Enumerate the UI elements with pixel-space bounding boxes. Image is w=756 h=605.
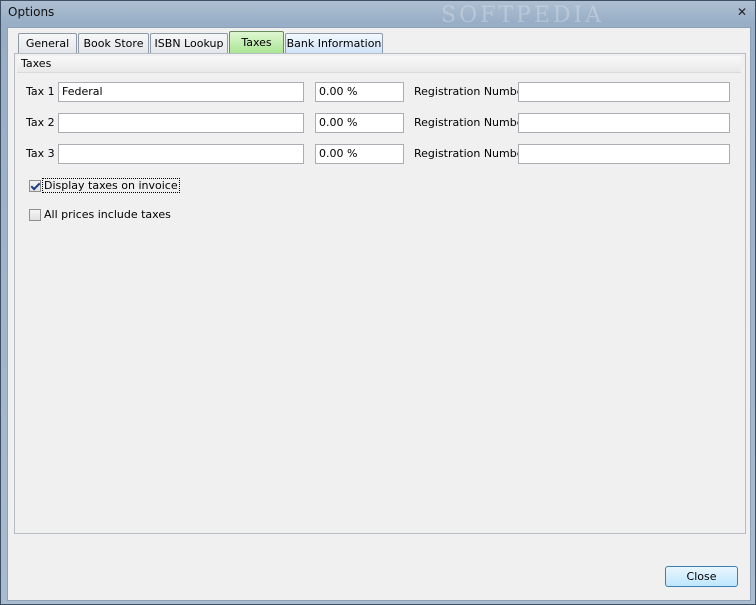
tab-isbn-lookup[interactable]: ISBN Lookup — [150, 33, 228, 53]
tax3-registration-field[interactable] — [518, 144, 730, 164]
tax1-label: Tax 1 — [26, 85, 55, 98]
dialog-body: General Book Store ISBN Lookup Taxes Ban… — [7, 27, 751, 601]
tax1-name-field[interactable]: Federal — [58, 82, 304, 102]
tax3-name-field[interactable] — [58, 144, 304, 164]
window-title: Options — [8, 5, 55, 19]
prices-include-taxes-option[interactable]: All prices include taxes — [29, 208, 172, 221]
tax1-rate-field[interactable]: 0.00 % — [315, 82, 404, 102]
tax2-registration-label: Registration Number — [414, 116, 529, 129]
tax2-registration-field[interactable] — [518, 113, 730, 133]
close-button[interactable]: Close — [665, 566, 738, 587]
taxes-group-header: Taxes — [17, 56, 741, 73]
prices-include-taxes-label[interactable]: All prices include taxes — [43, 208, 172, 221]
tax2-rate-field[interactable]: 0.00 % — [315, 113, 404, 133]
title-bar[interactable]: Options SOFTPEDIA ✕ — [1, 1, 755, 28]
display-taxes-checkbox[interactable] — [29, 179, 41, 192]
tab-taxes[interactable]: Taxes — [229, 31, 284, 54]
close-icon[interactable]: ✕ — [735, 5, 749, 19]
tax1-registration-field[interactable] — [518, 82, 730, 102]
group-title: Taxes — [21, 57, 52, 70]
tax2-name-field[interactable] — [58, 113, 304, 133]
display-taxes-option[interactable]: Display taxes on invoice — [29, 178, 180, 193]
tax3-rate-field[interactable]: 0.00 % — [315, 144, 404, 164]
tab-general[interactable]: General — [18, 33, 77, 53]
tax3-registration-label: Registration Number — [414, 147, 529, 160]
tax2-label: Tax 2 — [26, 116, 55, 129]
prices-include-taxes-checkbox[interactable] — [29, 208, 41, 221]
softpedia-watermark: SOFTPEDIA — [441, 3, 605, 28]
options-window: Options SOFTPEDIA ✕ General Book Store I… — [0, 0, 756, 605]
tab-book-store[interactable]: Book Store — [78, 33, 149, 53]
display-taxes-label[interactable]: Display taxes on invoice — [42, 178, 180, 193]
tax1-registration-label: Registration Number — [414, 85, 529, 98]
tab-bank-information[interactable]: Bank Information — [285, 33, 383, 53]
tax3-label: Tax 3 — [26, 147, 55, 160]
taxes-panel: Taxes Tax 1 Federal 0.00 % Registration … — [14, 53, 746, 534]
